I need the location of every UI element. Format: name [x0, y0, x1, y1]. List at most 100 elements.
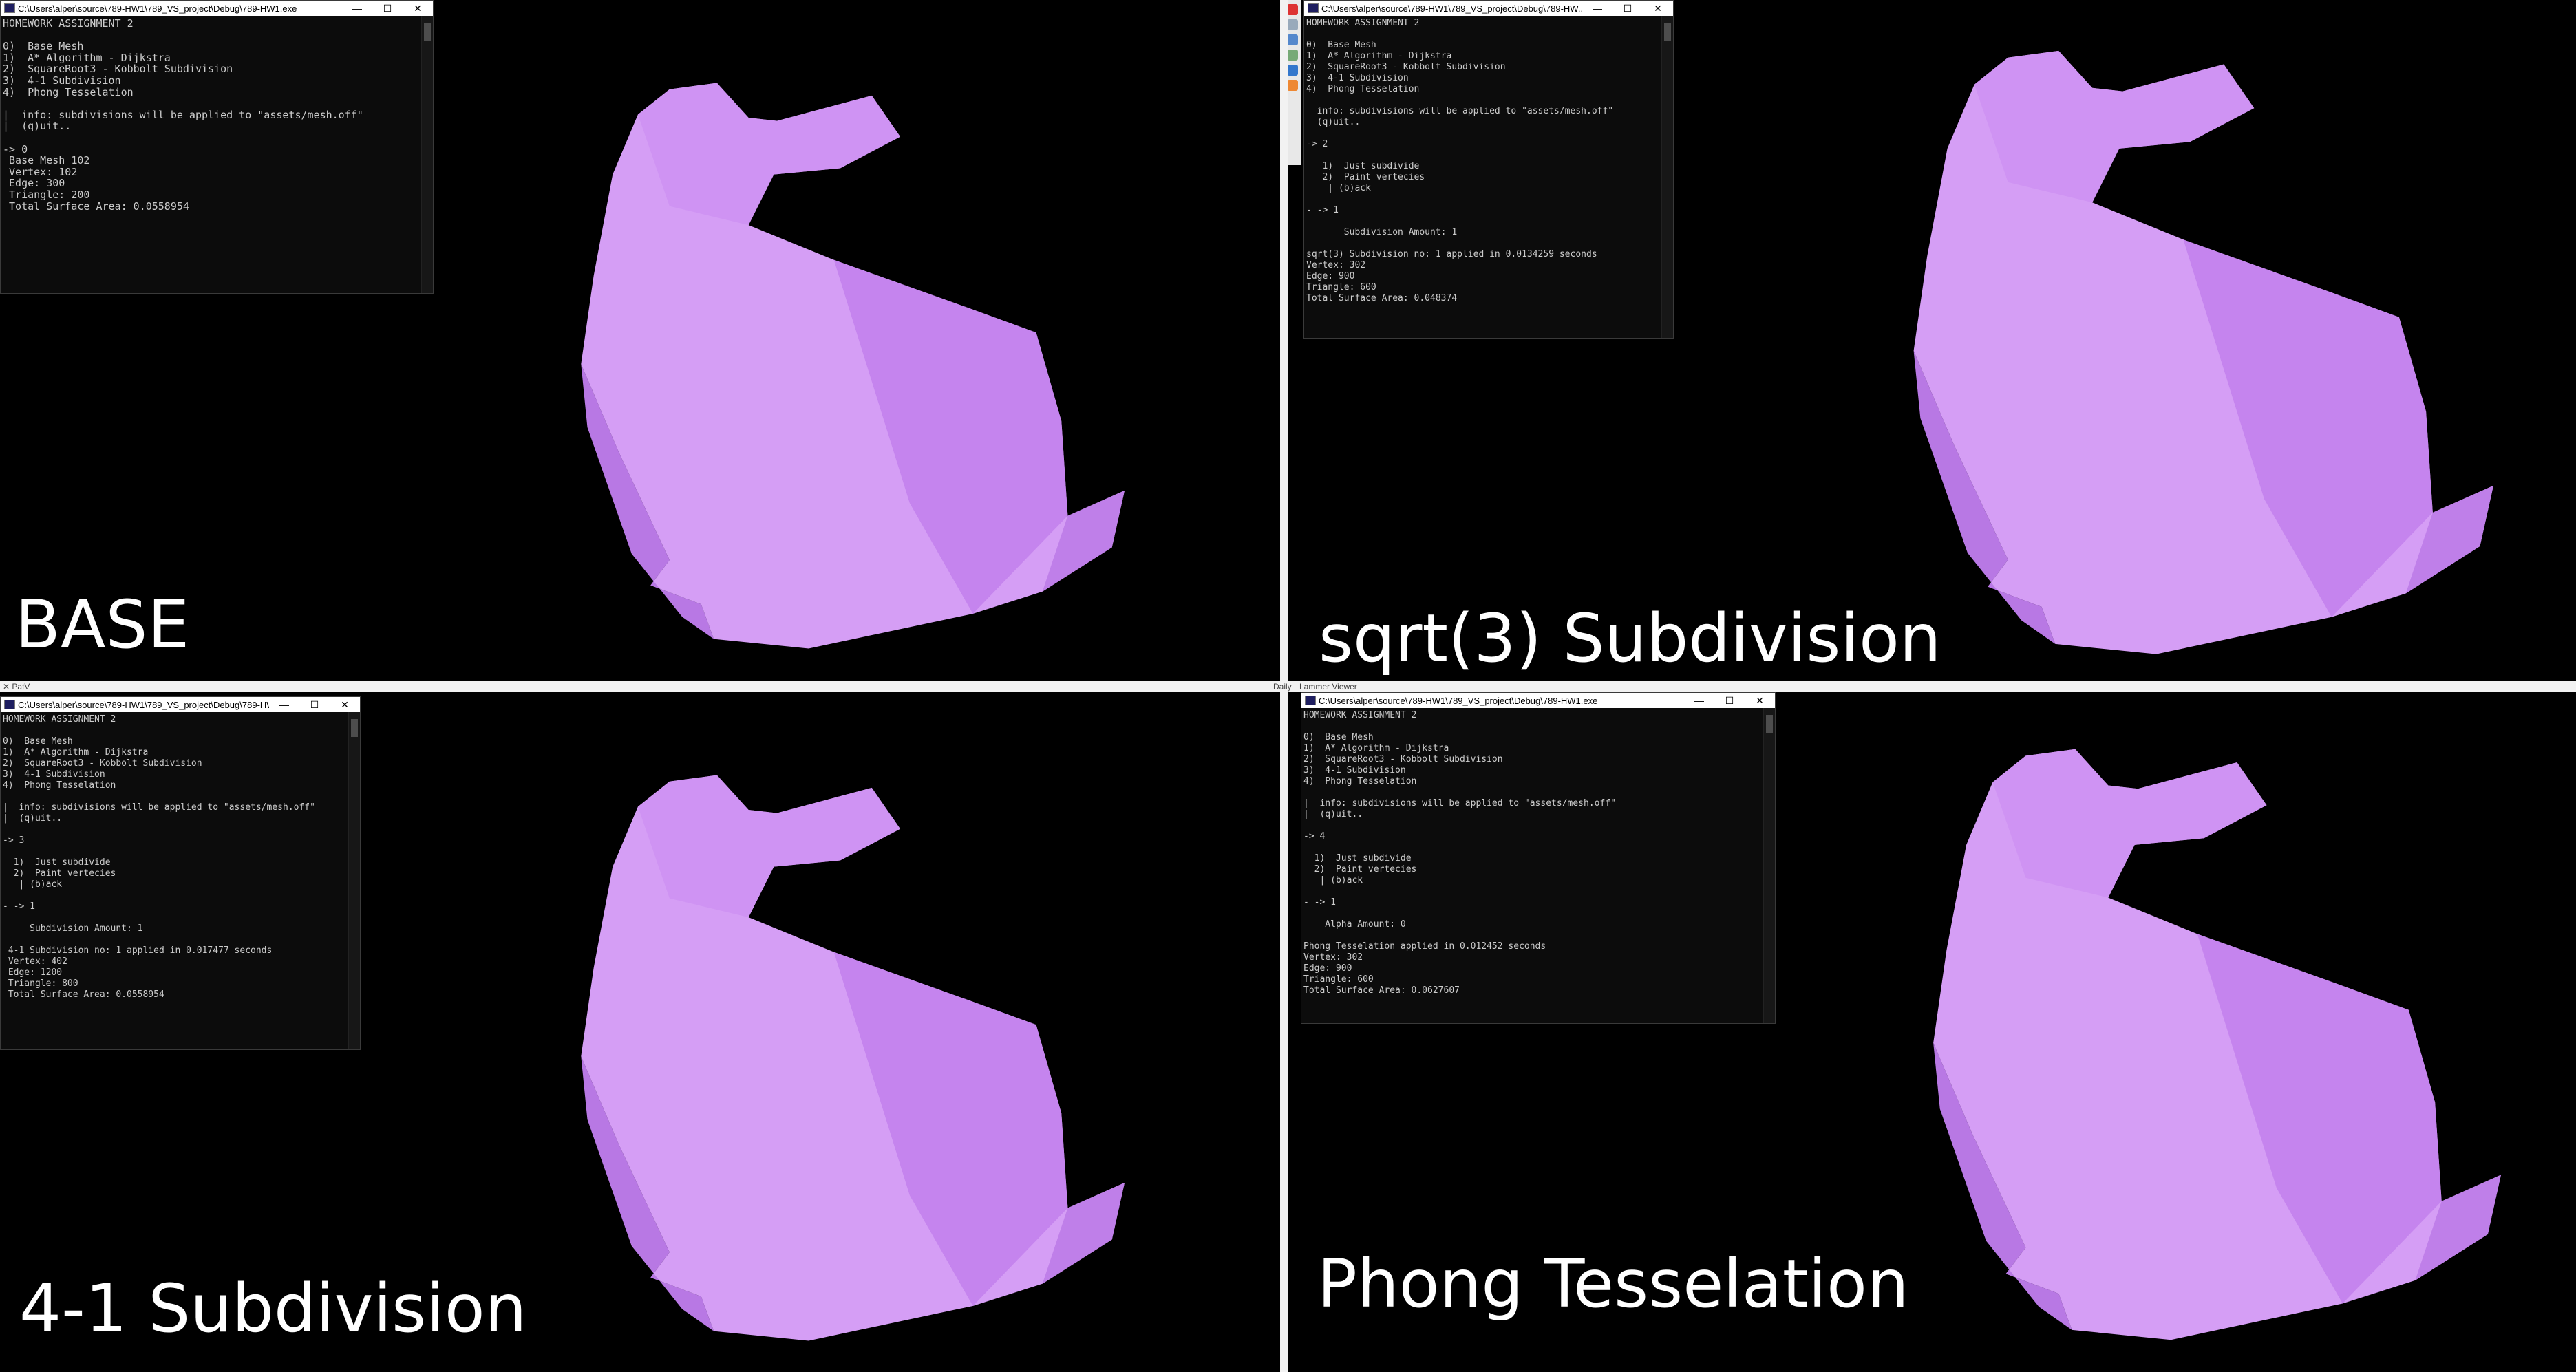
close-button[interactable]: ✕	[403, 3, 433, 14]
daily-label: Daily	[1273, 682, 1292, 692]
color-tool-icon[interactable]	[1287, 80, 1298, 91]
close-button[interactable]: ✕	[330, 699, 360, 711]
console-line: 3) 4-1 Subdivision	[3, 74, 121, 87]
minimize-button[interactable]: —	[1684, 695, 1714, 706]
console-line: 2) SquareRoot3 - Kobbolt Subdivision	[3, 63, 233, 76]
console-line: sqrt(3) Subdivision no: 1 applied in 0.0…	[1306, 249, 1597, 259]
console-line: 4) Phong Tesselation	[3, 780, 116, 791]
console-line: - -> 1	[1306, 205, 1339, 215]
console-title: C:\Users\alper\source\789-HW1\789_VS_pro…	[18, 699, 269, 710]
console-line: 1) Just subdivide	[3, 857, 111, 868]
console-title: C:\Users\alper\source\789-HW1\789_VS_pro…	[1321, 3, 1582, 14]
console-window-sqrt3[interactable]: C:\Users\alper\source\789-HW1\789_VS_pro…	[1303, 0, 1674, 339]
console-line: 1) A* Algorithm - Dijkstra	[3, 747, 149, 758]
pref-label: ✕ PatV	[3, 682, 30, 692]
minimize-button[interactable]: —	[342, 3, 372, 14]
panel-caption: sqrt(3) Subdivision	[1319, 600, 1941, 677]
console-scrollbar[interactable]	[348, 712, 360, 1049]
console-line: -> 0	[3, 142, 28, 156]
image-tool-icon[interactable]	[1287, 50, 1298, 61]
console-line: | info: subdivisions will be applied to …	[3, 802, 315, 813]
console-output: HOMEWORK ASSIGNMENT 2 0) Base Mesh 1) A* …	[1304, 16, 1673, 304]
console-line: Total Surface Area: 0.0558954	[3, 200, 189, 213]
console-line: (q)uit..	[1306, 117, 1361, 127]
console-scrollbar[interactable]	[1661, 16, 1673, 338]
console-line: 0) Base Mesh	[1306, 40, 1376, 50]
console-title: C:\Users\alper\source\789-HW1\789_VS_pro…	[1319, 695, 1598, 706]
console-window-phong[interactable]: C:\Users\alper\source\789-HW1\789_VS_pro…	[1301, 692, 1776, 1024]
scrollbar-thumb[interactable]	[1664, 23, 1671, 41]
scrollbar-thumb[interactable]	[424, 23, 431, 41]
maximize-button[interactable]: ☐	[1612, 3, 1643, 14]
console-line: HOMEWORK ASSIGNMENT 2	[1303, 710, 1417, 720]
console-line: 2) SquareRoot3 - Kobbolt Subdivision	[1303, 754, 1503, 764]
minimize-button[interactable]: —	[1582, 3, 1612, 14]
console-scrollbar[interactable]	[421, 16, 433, 293]
panel-4-1: C:\Users\alper\source\789-HW1\789_VS_pro…	[0, 692, 1280, 1372]
bunny-mesh-phong[interactable]	[1860, 713, 2562, 1360]
console-line: 0) Base Mesh	[1303, 732, 1374, 742]
console-line: Edge: 900	[1306, 271, 1355, 281]
console-window-base[interactable]: C:\Users\alper\source\789-HW1\789_VS_pro…	[0, 0, 434, 294]
console-line: | (q)uit..	[1303, 809, 1363, 819]
console-line: HOMEWORK ASSIGNMENT 2	[3, 714, 116, 725]
console-line: | (b)ack	[1303, 875, 1363, 886]
console-titlebar[interactable]: C:\Users\alper\source\789-HW1\789_VS_pro…	[1, 1, 433, 16]
console-line: Base Mesh 102	[3, 154, 90, 167]
console-line: 0) Base Mesh	[3, 40, 84, 53]
console-window-4-1[interactable]: C:\Users\alper\source\789-HW1\789_VS_pro…	[0, 696, 361, 1050]
layer-tool-icon[interactable]	[1287, 34, 1298, 45]
console-line: Alpha Amount: 0	[1303, 919, 1406, 930]
bunny-mesh-4-1[interactable]	[530, 740, 1163, 1360]
console-scrollbar[interactable]	[1763, 708, 1775, 1023]
console-line: | (q)uit..	[3, 120, 72, 133]
console-line: Vertex: 102	[3, 165, 78, 178]
panel-phong: C:\Users\alper\source\789-HW1\789_VS_pro…	[1288, 692, 2576, 1372]
console-line: - -> 1	[1303, 897, 1336, 908]
maximize-button[interactable]: ☐	[299, 699, 330, 711]
maximize-button[interactable]: ☐	[1714, 695, 1745, 707]
bunny-mesh-base[interactable]	[530, 48, 1163, 667]
panel-caption: BASE	[15, 586, 190, 663]
console-line: | (b)ack	[3, 879, 63, 890]
close-button[interactable]: ✕	[1643, 3, 1673, 14]
console-app-icon	[1308, 3, 1319, 13]
scrollbar-thumb[interactable]	[351, 719, 358, 737]
minimize-button[interactable]: —	[269, 699, 299, 710]
console-line: Vertex: 302	[1306, 260, 1366, 270]
console-title: C:\Users\alper\source\789-HW1\789_VS_pro…	[18, 3, 297, 14]
pointer-tool-icon[interactable]	[1287, 4, 1298, 15]
console-line: Vertex: 302	[1303, 952, 1363, 963]
console-line: 3) 4-1 Subdivision	[3, 769, 105, 780]
brush-tool-icon[interactable]	[1287, 65, 1298, 76]
maximize-button[interactable]: ☐	[372, 3, 403, 14]
console-titlebar[interactable]: C:\Users\alper\source\789-HW1\789_VS_pro…	[1304, 1, 1673, 16]
home-tool-icon[interactable]	[1287, 19, 1298, 30]
console-titlebar[interactable]: C:\Users\alper\source\789-HW1\789_VS_pro…	[1301, 693, 1775, 708]
console-output: HOMEWORK ASSIGNMENT 2 0) Base Mesh 1) A* …	[1301, 708, 1775, 996]
console-line: 0) Base Mesh	[3, 736, 73, 747]
console-line: | (q)uit..	[3, 813, 63, 824]
panel-caption: 4-1 Subdivision	[19, 1270, 527, 1347]
console-line: 3) 4-1 Subdivision	[1306, 73, 1409, 83]
console-line: Phong Tesselation applied in 0.012452 se…	[1303, 941, 1546, 952]
bunny-mesh-sqrt3[interactable]	[1853, 14, 2541, 674]
console-titlebar[interactable]: C:\Users\alper\source\789-HW1\789_VS_pro…	[1, 697, 360, 712]
close-button[interactable]: ✕	[1745, 695, 1775, 707]
scrollbar-thumb[interactable]	[1766, 715, 1773, 733]
console-line: HOMEWORK ASSIGNMENT 2	[3, 17, 134, 30]
console-line: Total Surface Area: 0.048374	[1306, 293, 1458, 303]
